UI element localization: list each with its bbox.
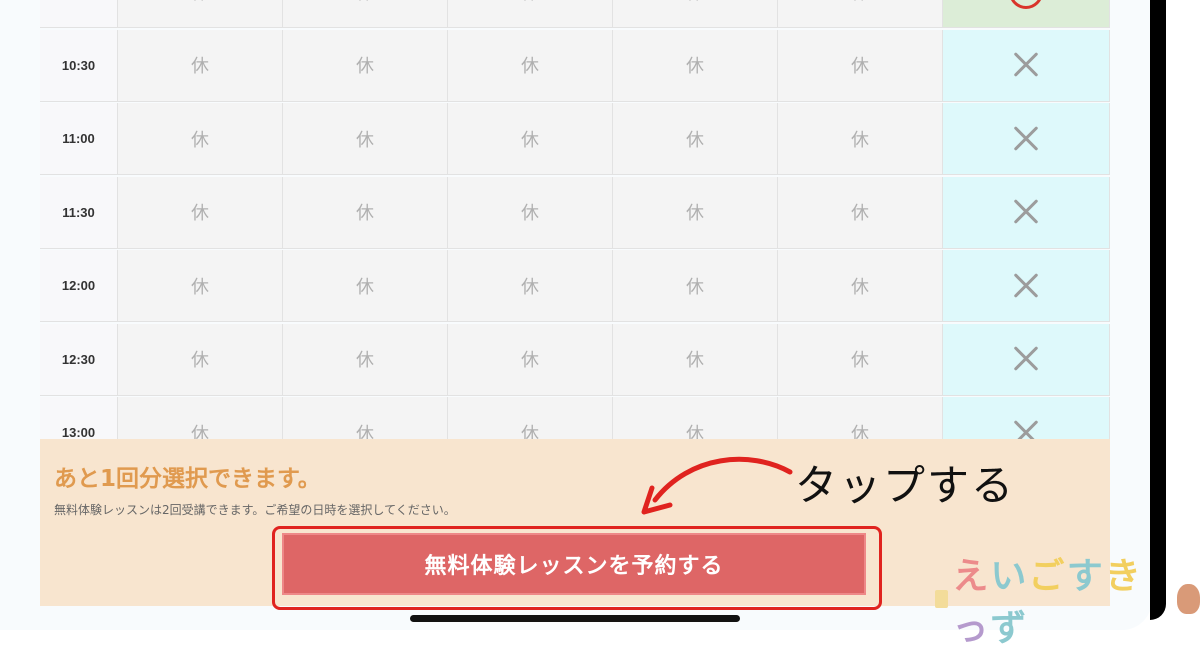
- schedule-row: 10:00休休休休休: [40, 0, 1110, 29]
- closed-cell: 休: [448, 0, 613, 28]
- time-label: 12:30: [40, 323, 118, 396]
- closed-cell: 休: [778, 250, 943, 322]
- circle-icon: [1009, 0, 1043, 9]
- closed-cell: 休: [283, 103, 448, 175]
- remaining-selection-title: あと1回分選択できます。: [54, 466, 321, 492]
- closed-cell: 休: [613, 176, 778, 249]
- time-label: 12:00: [40, 250, 118, 322]
- unavailable-slot: [943, 29, 1110, 102]
- phone-screen: 10:00休休休休休10:30休休休休休11:00休休休休休11:30休休休休休…: [0, 0, 1152, 630]
- unavailable-slot: [943, 323, 1110, 396]
- logo-char: き: [1104, 556, 1142, 597]
- unavailable-slot: [943, 103, 1110, 175]
- logo-char: す: [1066, 556, 1105, 597]
- book-trial-lesson-button[interactable]: 無料体験レッスンを予約する: [282, 533, 866, 595]
- x-icon: [1012, 125, 1040, 153]
- closed-cell: 休: [613, 323, 778, 396]
- closed-cell: 休: [283, 176, 448, 249]
- schedule-row: 12:00 休休休休休: [40, 250, 1110, 323]
- unavailable-slot: [943, 176, 1110, 249]
- x-icon: [1012, 345, 1040, 373]
- closed-cell: 休: [448, 29, 613, 102]
- panel-description: 無料体験レッスンは2回受講できます。ご希望の日時を選択してください。: [54, 503, 456, 517]
- closed-cell: 休: [118, 250, 283, 322]
- time-label: 10:00: [40, 0, 118, 28]
- closed-cell: 休: [778, 103, 943, 175]
- schedule-row: 12:30 休休休休休: [40, 323, 1110, 397]
- unavailable-slot: [943, 250, 1110, 322]
- closed-cell: 休: [613, 0, 778, 28]
- x-icon: [1012, 272, 1040, 300]
- available-slot[interactable]: [943, 0, 1110, 28]
- schedule-row: 11:00 休休休休休: [40, 103, 1110, 176]
- closed-cell: 休: [283, 323, 448, 396]
- logo-char: え: [952, 556, 991, 597]
- closed-cell: 休: [448, 103, 613, 175]
- time-label: 11:00: [40, 103, 118, 175]
- closed-cell: 休: [283, 0, 448, 28]
- logo-text: えいごすきっず: [952, 547, 1172, 651]
- closed-cell: 休: [118, 176, 283, 249]
- tap-annotation: タップする: [795, 461, 1016, 510]
- closed-cell: 休: [778, 0, 943, 28]
- closed-cell: 休: [613, 103, 778, 175]
- closed-cell: 休: [448, 176, 613, 249]
- closed-cell: 休: [118, 0, 283, 28]
- time-label: 11:30: [40, 176, 118, 249]
- bear-icon: [1176, 584, 1200, 614]
- closed-cell: 休: [118, 323, 283, 396]
- site-logo: えいごすきっず: [935, 556, 1200, 649]
- closed-cell: 休: [283, 250, 448, 322]
- logo-char: ず: [990, 608, 1029, 649]
- book-icon: [935, 590, 949, 608]
- closed-cell: 休: [283, 29, 448, 102]
- closed-cell: 休: [613, 250, 778, 322]
- arrow-icon: [641, 456, 793, 515]
- time-label: 10:30: [40, 29, 118, 102]
- closed-cell: 休: [448, 250, 613, 322]
- phone-bezel: [1150, 0, 1166, 620]
- logo-char: っ: [952, 608, 991, 649]
- schedule-row: 10:30 休休休休休: [40, 29, 1110, 103]
- home-indicator[interactable]: [410, 615, 740, 622]
- closed-cell: 休: [778, 29, 943, 102]
- closed-cell: 休: [448, 323, 613, 396]
- logo-char: い: [990, 556, 1029, 597]
- x-icon: [1012, 198, 1040, 226]
- closed-cell: 休: [778, 323, 943, 396]
- logo-char: ご: [1028, 556, 1067, 597]
- closed-cell: 休: [778, 176, 943, 249]
- x-icon: [1012, 51, 1040, 79]
- closed-cell: 休: [118, 29, 283, 102]
- closed-cell: 休: [613, 29, 778, 102]
- closed-cell: 休: [118, 103, 283, 175]
- schedule-row: 11:30 休休休休休: [40, 176, 1110, 250]
